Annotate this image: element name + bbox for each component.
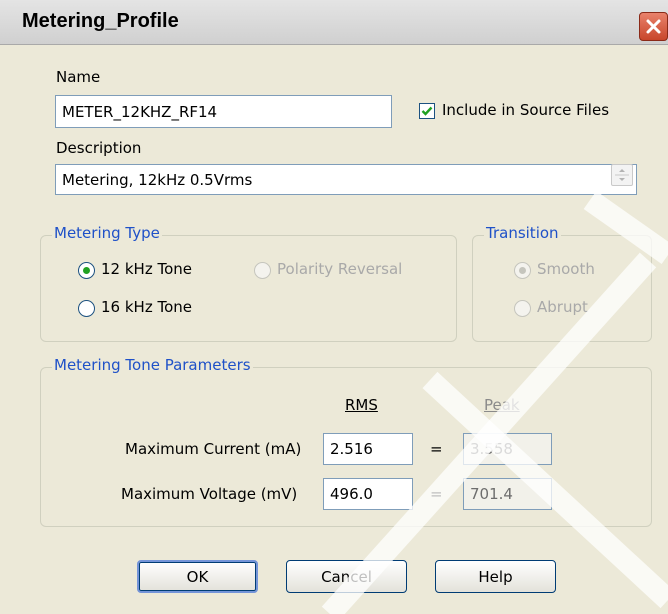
radio-12khz-tone[interactable] <box>78 262 95 279</box>
equals-sign: = <box>430 485 443 503</box>
max-voltage-rms-value: 496.0 <box>330 485 373 503</box>
metering-profile-dialog: Metering_Profile Name METER_12KHZ_RF14 I… <box>0 0 668 614</box>
cancel-button-label: Cancel <box>321 567 372 586</box>
max-current-peak-field: 3.558 <box>463 433 552 465</box>
radio-polarity-reversal[interactable] <box>254 262 271 279</box>
spin-arrows-icon <box>615 169 629 181</box>
description-spin-button[interactable] <box>611 164 633 186</box>
name-input[interactable]: METER_12KHZ_RF14 <box>55 95 392 128</box>
max-voltage-peak-value: 701.4 <box>470 485 513 503</box>
description-input[interactable]: Metering, 12kHz 0.5Vrms <box>55 164 637 195</box>
radio-abrupt[interactable] <box>514 300 531 317</box>
radio-selected-dot <box>519 267 526 274</box>
max-current-rms-input[interactable]: 2.516 <box>323 433 413 465</box>
radio-12khz-label: 12 kHz Tone <box>101 260 192 278</box>
window-title: Metering_Profile <box>22 10 179 32</box>
help-button-label: Help <box>478 567 513 586</box>
max-voltage-peak-field: 701.4 <box>463 478 552 510</box>
transition-legend: Transition <box>484 224 561 242</box>
max-voltage-label: Maximum Voltage (mV) <box>121 485 298 503</box>
name-value: METER_12KHZ_RF14 <box>62 102 218 121</box>
include-source-checkbox[interactable] <box>419 103 435 119</box>
radio-polarity-label: Polarity Reversal <box>277 260 403 278</box>
peak-column-header: Peak <box>484 396 520 414</box>
close-icon <box>646 19 661 34</box>
max-current-rms-value: 2.516 <box>330 440 373 458</box>
help-button[interactable]: Help <box>435 560 556 593</box>
metering-type-legend: Metering Type <box>52 224 162 242</box>
max-current-peak-value: 3.558 <box>470 440 513 458</box>
name-label: Name <box>56 68 101 86</box>
close-button[interactable] <box>639 12 668 41</box>
radio-16khz-tone[interactable] <box>78 300 95 317</box>
cancel-button[interactable]: Cancel <box>286 560 407 593</box>
radio-smooth-label: Smooth <box>537 260 595 278</box>
description-value: Metering, 12kHz 0.5Vrms <box>62 170 253 189</box>
radio-abrupt-label: Abrupt <box>537 298 588 316</box>
max-current-label: Maximum Current (mA) <box>125 440 302 458</box>
title-bar: Metering_Profile <box>0 0 668 45</box>
equals-sign: = <box>430 440 443 458</box>
include-source-label: Include in Source Files <box>442 101 610 119</box>
checkmark-icon <box>421 106 433 116</box>
radio-smooth[interactable] <box>514 262 531 279</box>
metering-type-group <box>40 235 457 342</box>
description-label: Description <box>56 139 142 157</box>
rms-column-header: RMS <box>345 396 378 414</box>
radio-selected-dot <box>83 267 90 274</box>
ok-button[interactable]: OK <box>137 560 258 593</box>
max-voltage-rms-input[interactable]: 496.0 <box>323 478 413 510</box>
ok-button-label: OK <box>186 567 209 586</box>
radio-16khz-label: 16 kHz Tone <box>101 298 192 316</box>
tone-params-legend: Metering Tone Parameters <box>52 356 253 374</box>
transition-group <box>472 235 652 342</box>
